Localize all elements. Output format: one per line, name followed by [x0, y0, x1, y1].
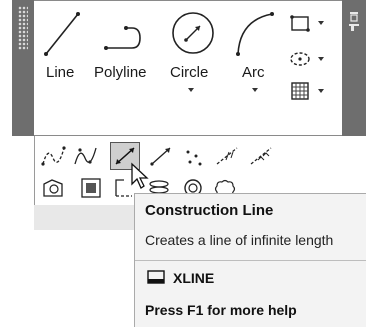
pin-icon[interactable] — [348, 10, 360, 34]
rectangle-icon — [290, 15, 310, 32]
circle-tool-label: Circle — [170, 64, 209, 81]
wipeout-icon[interactable] — [78, 176, 104, 200]
spline-cv-icon[interactable] — [72, 144, 98, 168]
tooltip-help: Press F1 for more help — [145, 302, 297, 318]
mouse-pointer-icon — [131, 162, 149, 189]
measure-icon[interactable] — [248, 144, 274, 168]
tooltip-divider — [135, 260, 366, 261]
hatch-icon — [291, 82, 309, 100]
hatch-tool-dropdown[interactable] — [288, 80, 332, 102]
circle-tool-dropdown[interactable]: Circle — [166, 8, 220, 98]
rectangle-tool-dropdown[interactable] — [288, 12, 332, 34]
chevron-down-icon — [318, 89, 324, 93]
ellipse-icon — [290, 52, 310, 66]
expanded-panel-footer — [34, 205, 134, 230]
line-icon — [44, 12, 80, 56]
tooltip-command: XLINE — [173, 270, 215, 286]
polyline-tool-button[interactable]: Polyline — [94, 8, 156, 98]
tooltip: Construction Line Creates a line of infi… — [134, 193, 366, 327]
panel-grip-right[interactable] — [342, 0, 366, 136]
command-line-icon — [147, 270, 165, 284]
circle-icon — [172, 12, 214, 54]
ellipse-tool-dropdown[interactable] — [288, 48, 332, 70]
arc-tool-label: Arc — [242, 64, 265, 81]
panel-grip-left[interactable] — [12, 0, 34, 136]
polyline-tool-label: Polyline — [94, 64, 147, 81]
polyline-icon — [104, 26, 141, 50]
region-icon[interactable] — [40, 176, 66, 200]
chevron-down-icon — [252, 88, 258, 92]
arc-tool-dropdown[interactable]: Arc — [232, 8, 278, 98]
tooltip-title: Construction Line — [145, 202, 274, 219]
line-tool-label: Line — [46, 64, 75, 81]
line-tool-button[interactable]: Line — [42, 8, 84, 98]
tooltip-description: Creates a line of infinite length — [145, 232, 334, 248]
divide-icon[interactable] — [214, 144, 240, 168]
chevron-down-icon — [318, 57, 324, 61]
spline-fit-icon[interactable] — [40, 144, 66, 168]
grip-dots-icon — [18, 6, 28, 50]
arc-icon — [236, 12, 274, 56]
chevron-down-icon — [318, 21, 324, 25]
ray-icon[interactable] — [148, 144, 174, 168]
multiple-points-icon[interactable] — [180, 144, 206, 168]
chevron-down-icon — [188, 88, 194, 92]
